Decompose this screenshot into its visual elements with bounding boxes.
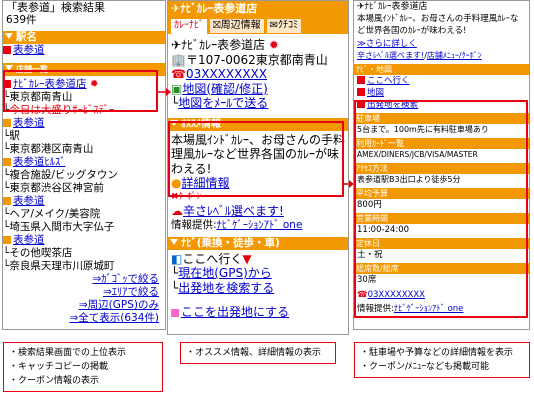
note-left-3: ・クーポン情報の表示 xyxy=(9,376,100,386)
note-left: ・検索結果画面での上位表示 ・キャッチコピーの掲載 ・クーポン情報の表示 xyxy=(3,342,163,392)
arrowhead-mid xyxy=(349,180,354,188)
note-right-2: ・クーポン/ﾒﾆｭｰなども掲載可能 xyxy=(360,362,490,372)
arrowhead-left xyxy=(166,88,171,96)
note-right-1: ・駐車場や予算などの詳細情報を表示 xyxy=(360,348,514,358)
note-mid-1: ・オススメ情報、詳細情報の表示 xyxy=(186,348,322,358)
note-left-2: ・キャッチコピーの掲載 xyxy=(9,362,109,372)
note-left-1: ・検索結果画面での上位表示 xyxy=(9,348,127,358)
note-right: ・駐車場や予算などの詳細情報を表示 ・クーポン/ﾒﾆｭｰなども掲載可能 xyxy=(354,342,530,378)
note-mid: ・オススメ情報、詳細情報の表示 xyxy=(180,342,336,364)
